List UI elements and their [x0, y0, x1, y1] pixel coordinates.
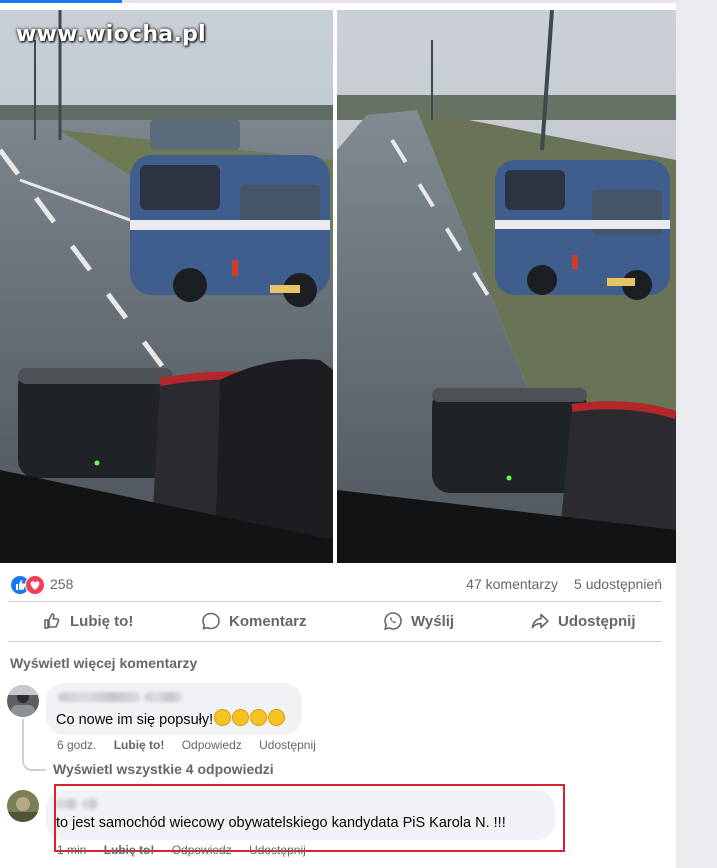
- facebook-post: www.wiocha.pl 258 47 komentarzy 5 udostę…: [0, 0, 676, 868]
- reactions-summary: 258 47 komentarzy 5 udostępnień: [10, 573, 662, 595]
- comment-1-text: Co nowe im się popsuły!: [56, 712, 214, 728]
- beaming-face-icon: [250, 709, 268, 726]
- comment-2-share-link[interactable]: Udostępnij: [249, 843, 306, 857]
- comments-count[interactable]: 47 komentarzy: [466, 576, 558, 592]
- love-reaction-icon: [25, 575, 45, 595]
- grinning-face-icon: [214, 709, 232, 726]
- comment-bubble-icon: [202, 612, 220, 630]
- photo-right[interactable]: [337, 10, 676, 563]
- comment-2-reply-link[interactable]: Odpowiedz: [172, 843, 232, 857]
- photo-left[interactable]: www.wiocha.pl: [0, 10, 333, 563]
- comment-2-time[interactable]: 1 min: [57, 843, 86, 857]
- loading-bar-fill: [0, 0, 122, 3]
- reaction-count[interactable]: 258: [50, 576, 73, 592]
- share-button-label: Udostępnij: [558, 612, 636, 630]
- send-button-label: Wyślij: [411, 612, 455, 630]
- photo-grid: www.wiocha.pl: [0, 10, 676, 563]
- view-replies-link[interactable]: Wyświetl wszystkie 4 odpowiedzi: [53, 761, 274, 777]
- divider-top: [8, 601, 662, 602]
- commenter-name-redacted[interactable]: [58, 692, 140, 702]
- avatar[interactable]: [7, 790, 39, 822]
- comment-bubble-1: Co nowe im się popsuły!: [46, 683, 302, 735]
- divider-bottom: [8, 641, 662, 642]
- watermark: www.wiocha.pl: [16, 22, 206, 47]
- post-actions-bar: Lubię to! Komentarz Wyślij Udostępnij: [8, 603, 662, 639]
- share-button[interactable]: Udostępnij: [530, 603, 636, 639]
- comment-button[interactable]: Komentarz: [201, 603, 307, 639]
- comment-2-meta: 1 min Lubię to! Odpowiedz Udostępnij: [57, 843, 320, 857]
- police-van-photo-left: [0, 10, 333, 563]
- grinning-face-icon: [232, 709, 250, 726]
- comment-1-like-link[interactable]: Lubię to!: [114, 738, 165, 752]
- share-arrow-icon: [531, 613, 549, 629]
- comment-button-label: Komentarz: [229, 612, 307, 630]
- reaction-icons[interactable]: [10, 575, 46, 595]
- comment-text: Co nowe im się popsuły!: [56, 709, 286, 728]
- grinning-face-icon: [268, 709, 286, 726]
- red-highlight-frame: [54, 784, 565, 852]
- police-van-photo-right: [337, 10, 676, 563]
- like-button-label: Lubię to!: [70, 612, 134, 630]
- send-button[interactable]: Wyślij: [383, 603, 454, 639]
- avatar[interactable]: [7, 685, 39, 717]
- view-more-comments-link[interactable]: Wyświetl więcej komentarzy: [10, 655, 197, 671]
- comment-1-meta: 6 godz. Lubię to! Odpowiedz Udostępnij: [57, 738, 330, 752]
- commenter-surname-redacted[interactable]: [144, 692, 182, 702]
- comment-1-time[interactable]: 6 godz.: [57, 738, 96, 752]
- comment-2-like-link[interactable]: Lubię to!: [104, 843, 155, 857]
- shares-count[interactable]: 5 udostępnień: [574, 576, 662, 592]
- like-button[interactable]: Lubię to!: [42, 603, 133, 639]
- reply-thread-line: [22, 719, 46, 771]
- comment-1-reply-link[interactable]: Odpowiedz: [182, 738, 242, 752]
- thumbs-up-icon: [44, 613, 60, 629]
- whatsapp-icon: [384, 612, 402, 631]
- comment-1-share-link[interactable]: Udostępnij: [259, 738, 316, 752]
